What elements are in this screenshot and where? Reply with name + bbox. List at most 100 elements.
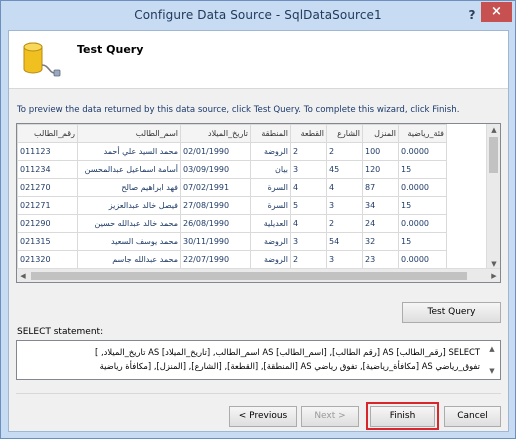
title-bar[interactable]: Configure Data Source - SqlDataSource1 ?… — [1, 1, 515, 30]
table-cell[interactable]: 120 — [362, 160, 399, 179]
table-cell[interactable]: 2 — [326, 214, 363, 233]
table-cell[interactable]: 07/02/1991 — [180, 178, 251, 197]
scroll-up-icon[interactable]: ▲ — [487, 124, 500, 136]
table-cell[interactable]: محمد السيد علي أحمد — [77, 142, 181, 161]
table-cell[interactable]: 021270 — [17, 178, 78, 197]
table-cell[interactable]: 011123 — [17, 142, 78, 161]
select-statement-box[interactable]: SELECT [رقم_الطالب] AS [رقم الطالب], [اس… — [16, 340, 501, 380]
next-button[interactable]: Next > — [301, 406, 359, 427]
instructions-text: To preview the data returned by this dat… — [17, 105, 460, 115]
table-cell[interactable]: 0.0000 — [398, 142, 447, 161]
table-cell[interactable]: محمد عبدالله جاسم — [77, 250, 181, 269]
table-cell[interactable]: الروضة — [250, 232, 291, 251]
database-plug-icon — [23, 42, 61, 77]
table-cell[interactable]: 2 — [290, 250, 327, 269]
table-cell[interactable]: 2 — [326, 142, 363, 161]
window-title: Configure Data Source - SqlDataSource1 — [134, 8, 382, 22]
column-header[interactable]: المنزل — [362, 124, 399, 143]
table-cell[interactable]: 5 — [290, 196, 327, 215]
table-cell[interactable]: 2 — [290, 142, 327, 161]
table-cell[interactable]: أسامة اسماعيل عبدالمحسن — [77, 160, 181, 179]
table-row[interactable]: 021320 محمد عبدالله جاسم 22/07/1990 الروضة 2… — [17, 250, 447, 269]
table-cell[interactable]: 32 — [362, 232, 399, 251]
table-cell[interactable]: 22/07/1990 — [180, 250, 251, 269]
table-cell[interactable]: 011234 — [17, 160, 78, 179]
table-cell[interactable]: السرة — [250, 178, 291, 197]
test-query-button[interactable]: Test Query — [402, 302, 501, 323]
table-cell[interactable]: 3 — [326, 196, 363, 215]
table-cell[interactable]: 3 — [290, 160, 327, 179]
scroll-right-icon[interactable]: ▶ — [488, 269, 500, 282]
table-cell[interactable]: 021271 — [17, 196, 78, 215]
table-cell[interactable]: 54 — [326, 232, 363, 251]
table-cell[interactable]: محمد يوسف السعيد — [77, 232, 181, 251]
column-header[interactable]: اسم_الطالب — [77, 124, 181, 143]
table-cell[interactable]: 0.0000 — [398, 250, 447, 269]
table-row[interactable]: 021290 محمد خالد عبدالله حسين 26/08/1990 ال… — [17, 214, 447, 233]
table-cell[interactable]: 15 — [398, 196, 447, 215]
table-row[interactable]: 011234 أسامة اسماعيل عبدالمحسن 03/09/1990 ب… — [17, 160, 447, 179]
cancel-button[interactable]: Cancel — [444, 406, 501, 427]
table-cell[interactable]: الروضة — [250, 142, 291, 161]
table-cell[interactable]: 4 — [290, 178, 327, 197]
grid-vertical-thumb[interactable] — [489, 137, 498, 173]
table-cell[interactable]: 3 — [326, 250, 363, 269]
table-cell[interactable]: 4 — [290, 214, 327, 233]
table-cell[interactable]: 34 — [362, 196, 399, 215]
scroll-down-icon[interactable]: ▼ — [486, 367, 498, 375]
table-cell[interactable]: 27/08/1990 — [180, 196, 251, 215]
table-cell[interactable]: العديلية — [250, 214, 291, 233]
table-cell[interactable]: 100 — [362, 142, 399, 161]
table-cell[interactable]: 4 — [326, 178, 363, 197]
table-cell[interactable]: 23 — [362, 250, 399, 269]
table-cell[interactable]: 0.0000 — [398, 214, 447, 233]
help-button[interactable]: ? — [465, 5, 479, 25]
table-cell[interactable]: 021315 — [17, 232, 78, 251]
column-header[interactable]: فئة_رياضية — [398, 124, 447, 143]
table-row[interactable]: 021271 فيصل خالد عبدالعزيز 27/08/1990 السرة… — [17, 196, 447, 215]
table-cell[interactable]: 45 — [326, 160, 363, 179]
table-row[interactable]: 021315 محمد يوسف السعيد 30/11/1990 الروضة 3 5… — [17, 232, 447, 251]
select-statement-text: SELECT [رقم_الطالب] AS [رقم الطالب], [اس… — [25, 345, 480, 373]
table-cell[interactable]: 24 — [362, 214, 399, 233]
scroll-up-icon[interactable]: ▲ — [486, 345, 498, 353]
configure-data-source-window: Configure Data Source - SqlDataSource1 ?… — [0, 0, 516, 439]
table-cell[interactable]: الروضة — [250, 250, 291, 269]
table-row[interactable]: 011123 محمد السيد علي أحمد 02/01/1990 الروض… — [17, 142, 447, 161]
table-cell[interactable]: 021290 — [17, 214, 78, 233]
table-cell[interactable]: محمد خالد عبدالله حسين — [77, 214, 181, 233]
table-cell[interactable]: فيصل خالد عبدالعزيز — [77, 196, 181, 215]
column-header[interactable]: المنطقة — [250, 124, 291, 143]
table-row[interactable]: 021270 فهد ابراهيم صالح 07/02/1991 السرة 4 4 8… — [17, 178, 447, 197]
wizard-header: Test Query — [9, 31, 508, 89]
table-cell[interactable]: 15 — [398, 232, 447, 251]
table-cell[interactable]: 02/01/1990 — [180, 142, 251, 161]
table-cell[interactable]: 87 — [362, 178, 399, 197]
column-header[interactable]: الشارع — [326, 124, 363, 143]
table-cell[interactable]: 30/11/1990 — [180, 232, 251, 251]
column-header[interactable]: القطعة — [290, 124, 327, 143]
select-statement-line: تفوق_رياضي AS [مكافأة_رياضية], تفوق رياض… — [99, 361, 480, 371]
select-statement-line: SELECT [رقم_الطالب] AS [رقم الطالب], [اس… — [95, 347, 480, 357]
grid-horizontal-scrollbar[interactable]: ◀ ▶ — [17, 268, 500, 282]
table-cell[interactable]: 0.0000 — [398, 178, 447, 197]
select-statement-scrollbar[interactable]: ▲ ▼ — [486, 343, 498, 377]
table-cell[interactable]: 15 — [398, 160, 447, 179]
previous-button[interactable]: < Previous — [229, 406, 297, 427]
table-cell[interactable]: 3 — [290, 232, 327, 251]
select-statement-label: SELECT statement: — [17, 327, 104, 337]
table-cell[interactable]: 03/09/1990 — [180, 160, 251, 179]
column-header[interactable]: رقم_الطالب — [17, 124, 78, 143]
close-button[interactable]: × — [481, 2, 512, 22]
grid-horizontal-thumb[interactable] — [31, 272, 467, 280]
table-cell[interactable]: 26/08/1990 — [180, 214, 251, 233]
column-header[interactable]: تاريخ_الميلاد — [180, 124, 251, 143]
table-cell[interactable]: السرة — [250, 196, 291, 215]
finish-button[interactable]: Finish — [370, 406, 435, 427]
table-cell[interactable]: بيان — [250, 160, 291, 179]
scroll-left-icon[interactable]: ◀ — [17, 269, 29, 282]
results-grid[interactable]: رقم_الطالب اسم_الطالب تاريخ_الميلاد المن… — [16, 123, 501, 283]
table-cell[interactable]: 021320 — [17, 250, 78, 269]
table-cell[interactable]: فهد ابراهيم صالح — [77, 178, 181, 197]
grid-vertical-scrollbar[interactable]: ▲ ▼ — [486, 124, 500, 270]
